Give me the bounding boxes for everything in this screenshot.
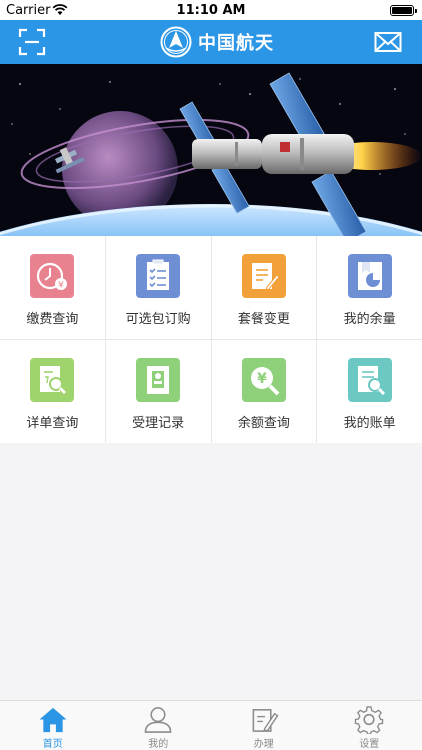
grid-item-label: 缴费查询 (26, 312, 79, 327)
grid-item-my-bill[interactable]: 我的账单 (317, 340, 422, 443)
edit-document-icon (241, 254, 286, 298)
nav-bar: 中国航天 (0, 20, 422, 64)
tab-home[interactable]: 首页 (0, 701, 106, 750)
grid-item-payment-query[interactable]: ¥ 缴费查询 (0, 236, 105, 339)
svg-text:¥: ¥ (59, 281, 65, 291)
svg-text:¥: ¥ (257, 371, 267, 387)
tab-handle[interactable]: 办理 (211, 701, 317, 750)
bill-search-icon (347, 358, 392, 402)
casc-logo-icon (160, 26, 192, 58)
satellite-banner-image (0, 64, 422, 236)
tab-label: 首页 (42, 739, 63, 750)
grid-item-label: 受理记录 (132, 416, 185, 431)
grid-item-label: 套餐变更 (237, 312, 290, 327)
tab-label: 设置 (359, 739, 380, 750)
gear-icon (355, 706, 384, 734)
grid-item-my-balance[interactable]: 我的余量 (317, 236, 422, 339)
tab-label: 办理 (253, 739, 274, 750)
grid-item-label: 我的账单 (343, 416, 396, 431)
pie-document-icon (347, 254, 392, 298)
grid-item-handling-record[interactable]: 受理记录 (105, 340, 211, 443)
checklist-icon (136, 254, 181, 298)
user-icon (144, 707, 172, 733)
grid-item-label: 我的余量 (343, 312, 396, 327)
clock-yen-icon: ¥ (30, 254, 75, 298)
grid-item-label: 可选包订购 (125, 312, 191, 327)
tab-mine[interactable]: 我的 (106, 701, 212, 750)
record-card-icon (136, 358, 181, 402)
status-bar: Carrier 11:10 AM (0, 0, 422, 20)
home-icon (39, 707, 67, 733)
grid-item-optional-package[interactable]: 可选包订购 (105, 236, 211, 339)
battery-icon (390, 5, 417, 16)
grid-item-detail-query[interactable]: 详单查询 (0, 340, 105, 443)
tab-bar: 首页 我的 办理 设置 (0, 700, 422, 750)
banner[interactable] (0, 64, 422, 236)
grid-item-plan-change[interactable]: 套餐变更 (211, 236, 317, 339)
scan-icon[interactable] (18, 28, 46, 56)
grid-item-balance-query[interactable]: ¥ 余额查询 (211, 340, 317, 443)
mail-icon[interactable] (374, 30, 402, 54)
tab-label: 我的 (148, 739, 169, 750)
grid-item-label: 详单查询 (26, 416, 79, 431)
brand-name: 中国航天 (198, 33, 274, 54)
grid-item-label: 余额查询 (237, 416, 290, 431)
status-time: 11:10 AM (176, 3, 246, 18)
function-grid: ¥ 缴费查询 可选包订购 套餐变更 我的余量 详单查询 受理记录 ¥ 余额查询 … (0, 236, 422, 443)
yen-search-icon: ¥ (241, 358, 286, 402)
brand: 中国航天 (160, 26, 274, 58)
search-document-icon (30, 358, 75, 402)
edit-icon (252, 709, 279, 733)
tab-settings[interactable]: 设置 (317, 701, 422, 750)
